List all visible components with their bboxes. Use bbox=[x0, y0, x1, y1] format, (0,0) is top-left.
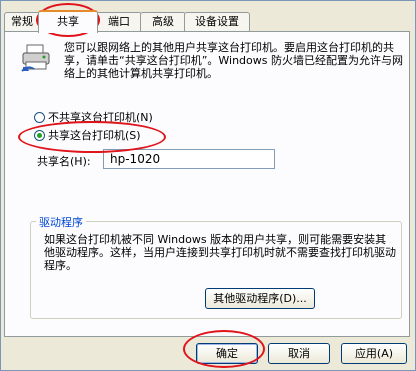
tab-sharing[interactable]: 共享 bbox=[38, 10, 98, 33]
shared-printer-icon bbox=[21, 44, 50, 72]
tab-advanced[interactable]: 高级 bbox=[140, 12, 186, 31]
tab-general[interactable]: 常规 bbox=[4, 12, 40, 31]
drivers-description: 如果这台打印机被不同 Windows 版本的用户共享，则可能需要安装其他驱动程序… bbox=[44, 233, 396, 272]
share-name-input[interactable] bbox=[103, 149, 275, 169]
tab-ports[interactable]: 端口 bbox=[96, 12, 142, 31]
apply-button[interactable]: 应用(A) bbox=[341, 343, 407, 364]
drivers-group-title: 驱动程序 bbox=[36, 214, 86, 230]
share-radio[interactable] bbox=[34, 129, 45, 141]
share-label: 共享这台打印机(S) bbox=[48, 129, 141, 142]
no-share-radio[interactable] bbox=[34, 111, 45, 123]
no-share-option[interactable]: 不共享这台打印机(N) bbox=[34, 110, 153, 124]
tab-device-settings[interactable]: 设备设置 bbox=[184, 12, 250, 31]
share-option[interactable]: 共享这台打印机(S) bbox=[34, 128, 141, 142]
sharing-intro-text: 您可以跟网络上的其他用户共享这台打印机。要启用这台打印机的共享，请单击“共享这台… bbox=[64, 41, 403, 80]
cancel-button[interactable]: 取消 bbox=[268, 343, 330, 364]
ok-button[interactable]: 确定 bbox=[196, 343, 258, 364]
no-share-label: 不共享这台打印机(N) bbox=[48, 111, 153, 124]
share-name-label: 共享名(H): bbox=[37, 155, 91, 168]
additional-drivers-button[interactable]: 其他驱动程序(D)... bbox=[205, 288, 315, 309]
